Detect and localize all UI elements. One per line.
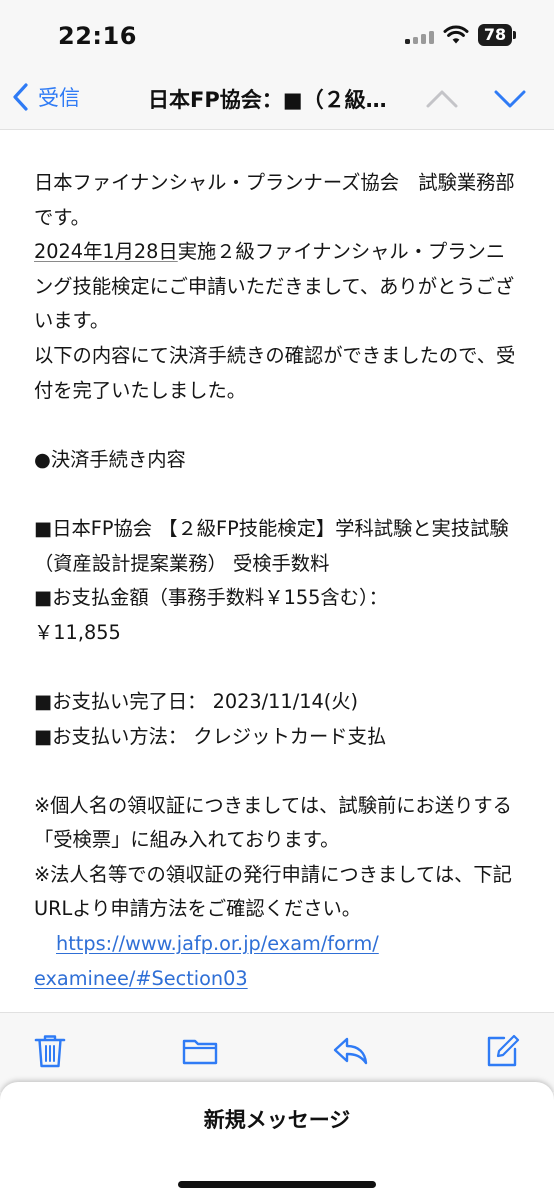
cellular-signal-icon xyxy=(405,30,435,44)
trash-icon xyxy=(34,1035,66,1068)
nav-bar: 受信 日本FP協会：■（２級… xyxy=(0,66,554,130)
home-indicator[interactable] xyxy=(178,1181,376,1188)
previous-message-chevron-up-icon[interactable] xyxy=(422,80,462,116)
greeting-paragraph: 日本ファイナンシャル・プランナーズ協会 試験業務部です。 xyxy=(34,171,515,229)
new-message-title: 新規メッセージ xyxy=(203,1108,351,1132)
note-corporate-receipt: ※法人名等での領収証の発行申請につきましては、下記URLより申請方法をご確認くだ… xyxy=(34,862,512,921)
delete-button[interactable] xyxy=(30,1031,70,1071)
back-label: 受信 xyxy=(38,86,80,110)
compose-button[interactable] xyxy=(482,1031,522,1071)
receipt-url-link-part1[interactable]: https://www.jafp.or.jp/exam/form/ xyxy=(56,932,379,955)
mail-body: 日本ファイナンシャル・プランナーズ協会 試験業務部です。 2024年1月28日実… xyxy=(34,166,524,996)
item-payment-date: ■お支払い完了日： 2023/11/14(火) xyxy=(34,689,359,713)
item-exam-fee: ■日本FP協会 【２級FP技能検定】学科試験と実技試験（資産設計提案業務） 受検… xyxy=(34,516,509,575)
thanks-paragraph: 2024年1月28日実施２級ファイナンシャル・プランニング技能検定にご申請いただ… xyxy=(34,235,524,339)
chevron-left-icon xyxy=(13,83,28,111)
exam-date-detected[interactable]: 2024年1月28日 xyxy=(34,240,178,263)
mail-toolbar xyxy=(0,1012,554,1092)
compose-icon xyxy=(487,1034,520,1067)
status-time: 22:16 xyxy=(58,22,137,50)
wifi-icon xyxy=(443,25,469,44)
section-heading: ●決済手続き内容 xyxy=(34,447,186,471)
item-payment-method: ■お支払い方法： クレジットカード支払 xyxy=(34,724,387,748)
note-personal-receipt: ※個人名の領収証につきましては、試験前にお送りする「受検票」に組み入れております… xyxy=(34,793,512,852)
status-bar: 22:16 78 xyxy=(0,0,554,66)
confirmation-paragraph: 以下の内容にて決済手続きの確認ができましたので、受付を完了いたしました。 xyxy=(34,343,516,402)
reply-button[interactable] xyxy=(331,1031,371,1071)
reply-icon xyxy=(333,1037,368,1065)
battery-icon: 78 xyxy=(478,24,512,46)
battery-cap xyxy=(513,31,516,39)
receipt-url-link-part2[interactable]: examinee/#Section03 xyxy=(34,967,248,990)
mail-screen: 22:16 78 受信 日本FP協会：■（２級… 日本ファイナンシャル・プランナ… xyxy=(0,0,554,1200)
item-amount-label: ■お支払金額（事務手数料￥155含む）： xyxy=(34,586,388,610)
mail-subject-title: 日本FP協会：■（２級… xyxy=(148,88,387,112)
item-amount-value: ￥11,855 xyxy=(34,620,121,644)
next-message-chevron-down-icon[interactable] xyxy=(490,80,530,116)
back-button[interactable]: 受信 xyxy=(10,80,80,114)
move-to-folder-button[interactable] xyxy=(180,1031,220,1071)
folder-icon xyxy=(182,1039,218,1065)
